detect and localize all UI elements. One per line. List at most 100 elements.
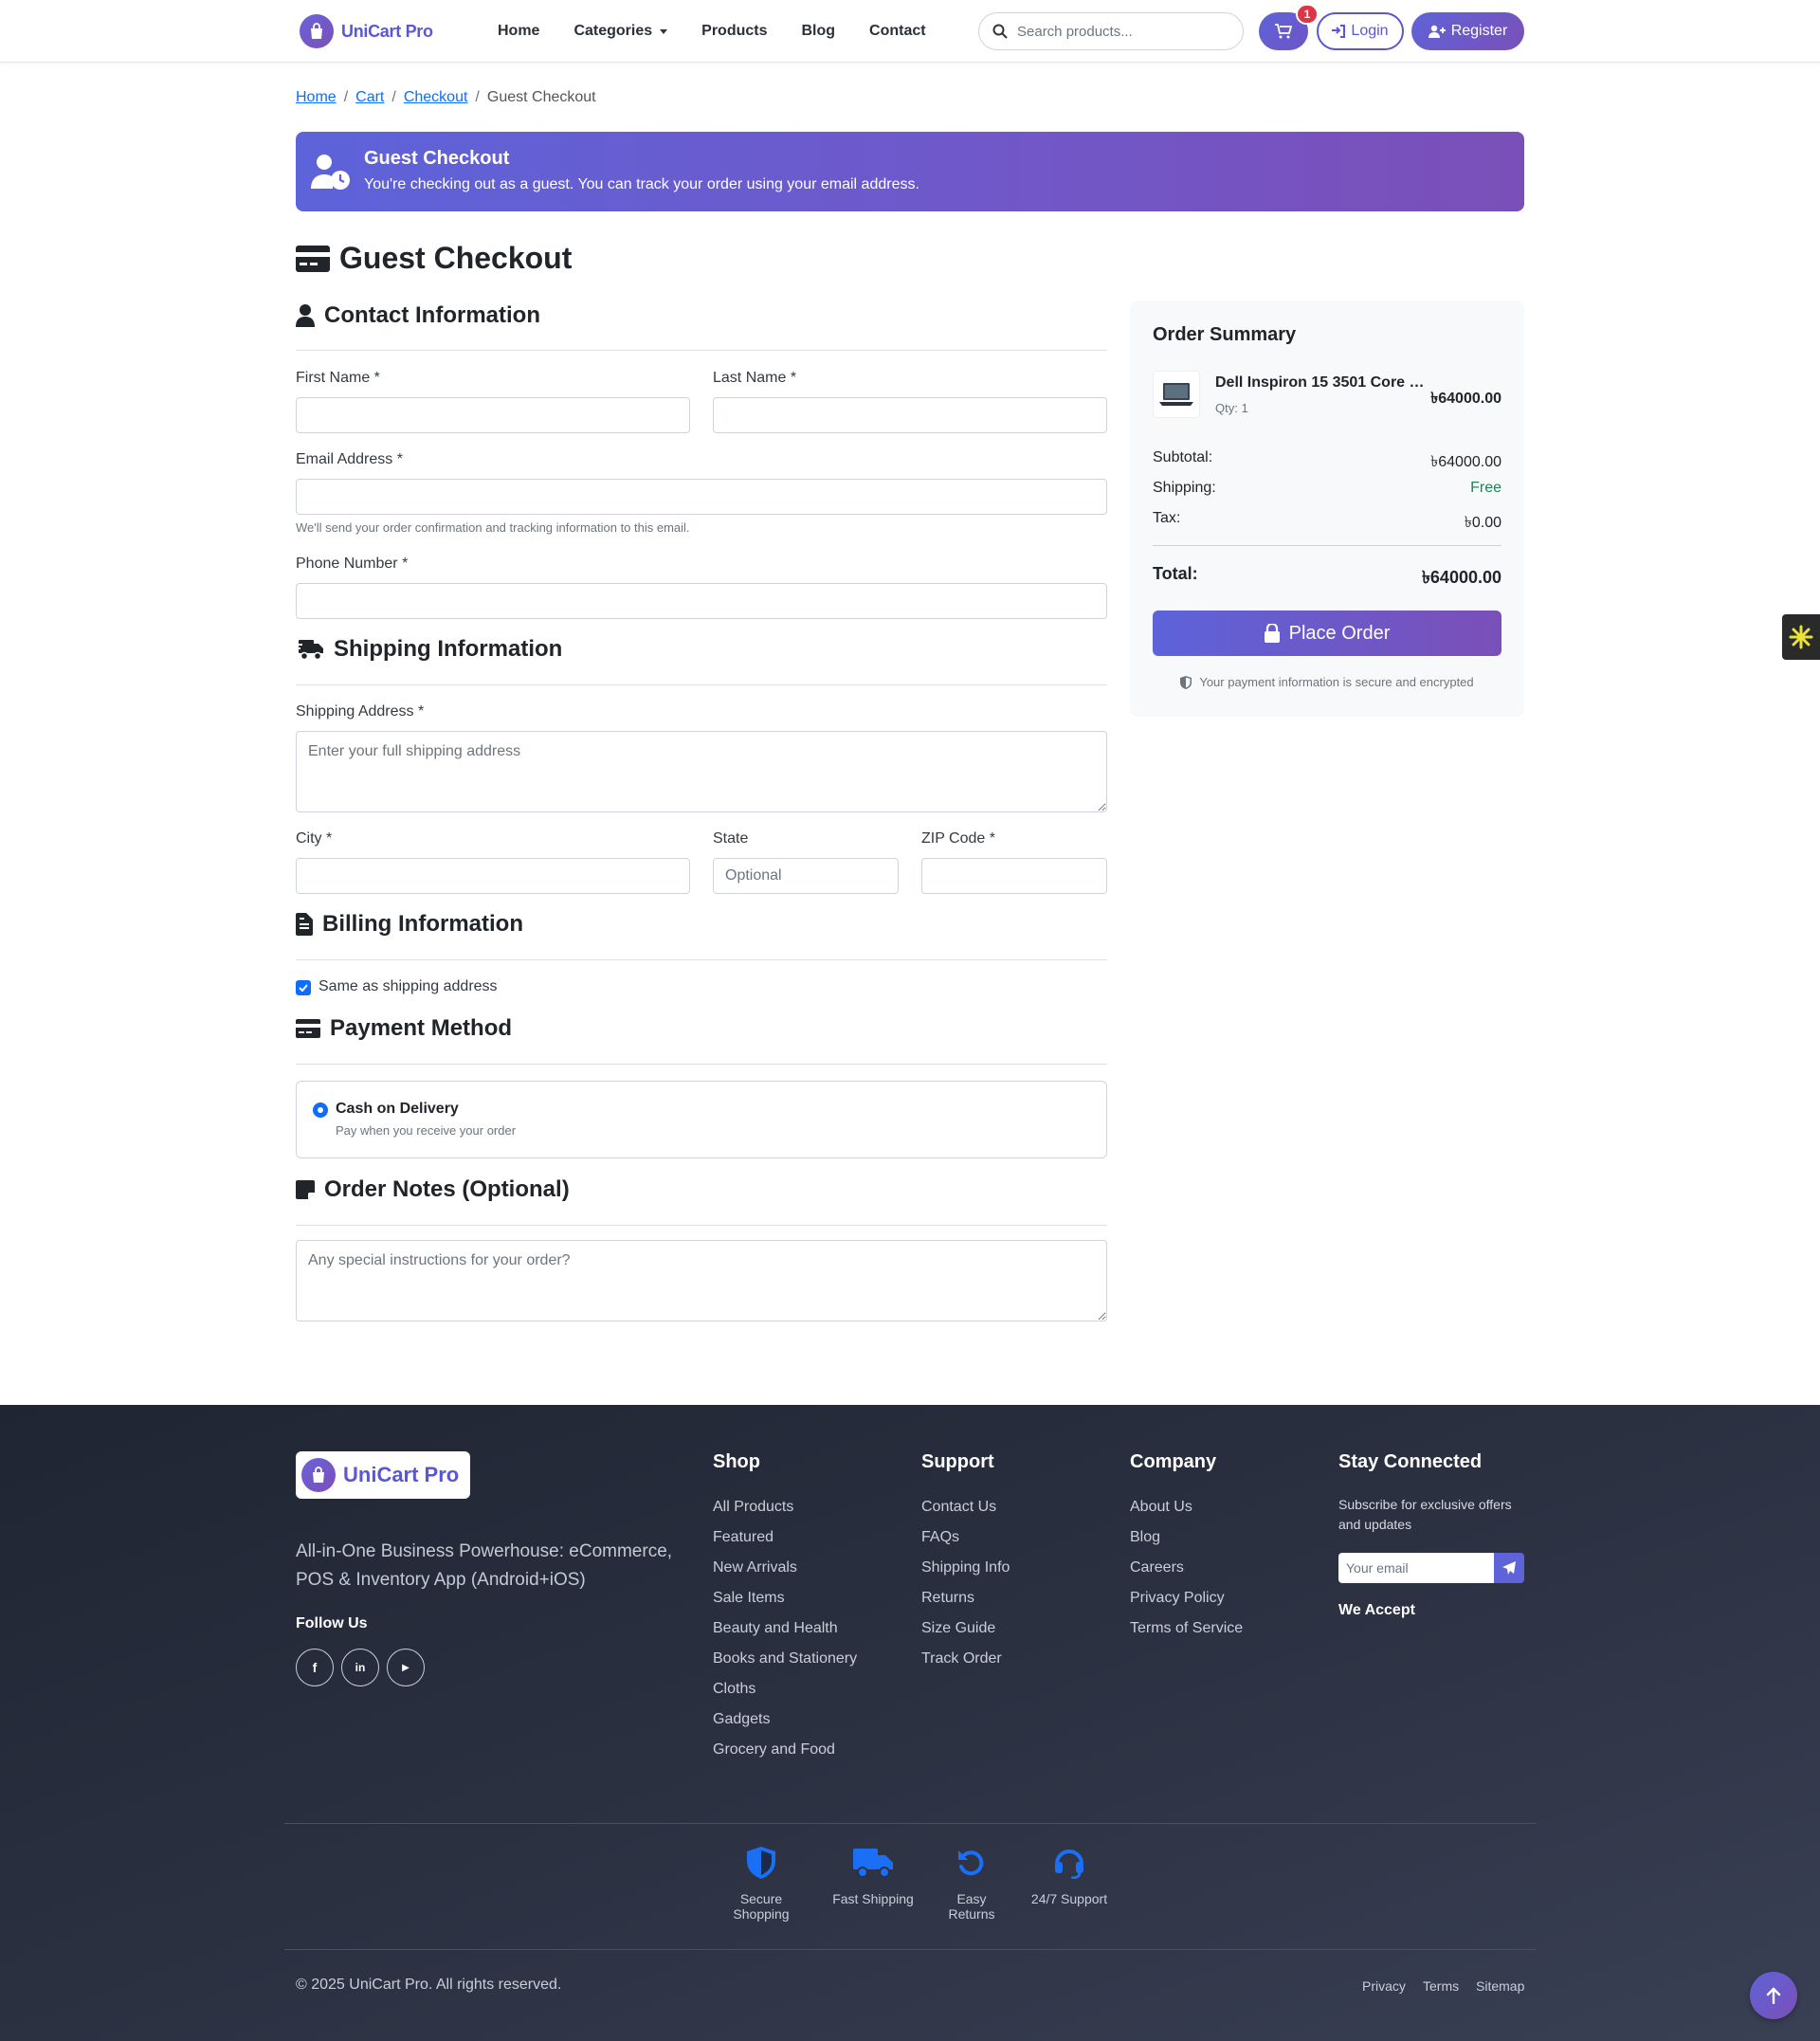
sign-in-icon — [1332, 25, 1346, 38]
chevron-down-icon — [660, 28, 668, 34]
payment-heading-text: Payment Method — [330, 1015, 513, 1041]
login-label: Login — [1351, 23, 1389, 39]
footer-link[interactable]: Returns — [921, 1590, 974, 1607]
email-help-text: We'll send your order confirmation and t… — [296, 520, 690, 535]
newsletter-email-input[interactable] — [1338, 1553, 1494, 1583]
main-nav: Home Categories Products Blog Contact — [498, 0, 926, 63]
shipping-section: Shipping Information — [296, 635, 1107, 685]
email-field[interactable] — [296, 479, 1107, 515]
payment-option-cod[interactable]: Cash on Delivery Pay when you receive yo… — [296, 1081, 1107, 1158]
footer-link[interactable]: Terms of Service — [1130, 1620, 1243, 1637]
footer-terms-link[interactable]: Terms — [1423, 1978, 1459, 1994]
section-divider — [296, 684, 1107, 685]
newsletter-submit-button[interactable] — [1494, 1553, 1524, 1583]
phone-label: Phone Number * — [296, 556, 409, 572]
order-summary-title: Order Summary — [1153, 324, 1297, 345]
undo-icon — [958, 1850, 984, 1876]
footer-link[interactable]: FAQs — [921, 1529, 959, 1546]
register-button[interactable]: Register — [1411, 12, 1524, 50]
shipping-address-field[interactable] — [296, 731, 1107, 812]
phone-field[interactable] — [296, 583, 1107, 619]
shipping-cost-value: Free — [1470, 480, 1502, 496]
breadcrumb-checkout[interactable]: Checkout — [404, 89, 468, 106]
footer-link[interactable]: Size Guide — [921, 1620, 995, 1637]
feature-easy-returns: Easy Returns — [933, 1844, 1010, 1922]
footer-company-title: Company — [1130, 1451, 1217, 1472]
login-button[interactable]: Login — [1317, 12, 1404, 50]
breadcrumb-cart[interactable]: Cart — [355, 89, 384, 106]
notes-heading: Order Notes (Optional) — [296, 1175, 1107, 1204]
footer-link[interactable]: Grocery and Food — [713, 1741, 835, 1759]
city-field[interactable] — [296, 858, 690, 894]
linkedin-icon[interactable]: in — [341, 1649, 379, 1686]
footer-link[interactable]: Blog — [1130, 1529, 1160, 1546]
brand-logo[interactable]: UniCart Pro — [300, 14, 433, 48]
place-order-button[interactable]: Place Order — [1153, 610, 1502, 656]
footer-link[interactable]: Track Order — [921, 1650, 1002, 1667]
footer-link[interactable]: Gadgets — [713, 1711, 770, 1728]
footer-link[interactable]: About Us — [1130, 1499, 1192, 1516]
nav-products[interactable]: Products — [701, 23, 767, 40]
cod-radio[interactable] — [313, 1103, 328, 1118]
copyright-text: © 2025 UniCart Pro. All rights reserved. — [296, 1977, 562, 1993]
shipping-address-label: Shipping Address * — [296, 703, 425, 720]
facebook-icon[interactable]: f — [296, 1649, 334, 1686]
billing-heading-text: Billing Information — [322, 911, 523, 937]
footer-support-column: Support Contact Us FAQs Shipping Info Re… — [921, 1451, 1010, 1667]
breadcrumb: Home / Cart / Checkout / Guest Checkout — [296, 89, 596, 106]
footer-sitemap-link[interactable]: Sitemap — [1476, 1978, 1524, 1994]
footer-link[interactable]: All Products — [713, 1499, 793, 1516]
we-accept-heading: We Accept — [1338, 1602, 1415, 1618]
nav-home[interactable]: Home — [498, 23, 539, 40]
footer-link[interactable]: Shipping Info — [921, 1559, 1010, 1576]
banner-title: Guest Checkout — [364, 148, 510, 169]
summary-divider — [1153, 545, 1502, 546]
footer-logo[interactable]: UniCart Pro — [296, 1451, 470, 1499]
footer-link[interactable]: Featured — [713, 1529, 774, 1546]
place-order-label: Place Order — [1288, 622, 1391, 644]
zip-field[interactable] — [921, 858, 1107, 894]
contact-section: Contact Information — [296, 301, 1107, 351]
footer-link[interactable]: Beauty and Health — [713, 1620, 838, 1637]
footer-link[interactable]: Books and Stationery — [713, 1650, 857, 1667]
first-name-label: First Name * — [296, 370, 380, 386]
truck-fast-icon — [296, 640, 323, 661]
item-price: ৳64000.00 — [1430, 391, 1502, 407]
invoice-icon — [296, 913, 313, 936]
user-clock-icon — [311, 155, 350, 190]
footer-link[interactable]: Sale Items — [713, 1590, 785, 1607]
user-icon — [296, 304, 315, 327]
footer-link[interactable]: Cloths — [713, 1681, 755, 1698]
feature-secure-shopping: Secure Shopping — [711, 1844, 811, 1922]
zip-label: ZIP Code * — [921, 830, 995, 847]
brand-name: UniCart Pro — [341, 21, 433, 41]
feature-label: Secure Shopping — [733, 1891, 790, 1922]
footer-privacy-link[interactable]: Privacy — [1362, 1978, 1406, 1994]
state-field[interactable] — [713, 858, 899, 894]
same-as-shipping-label[interactable]: Same as shipping address — [318, 978, 498, 995]
first-name-field[interactable] — [296, 397, 690, 433]
order-notes-field[interactable] — [296, 1240, 1107, 1321]
section-divider — [296, 1225, 1107, 1226]
last-name-field[interactable] — [713, 397, 1107, 433]
footer-link[interactable]: Contact Us — [921, 1499, 996, 1516]
back-to-top-button[interactable] — [1750, 1972, 1797, 2019]
payment-section: Payment Method — [296, 1014, 1107, 1065]
nav-contact[interactable]: Contact — [869, 23, 926, 40]
footer-link[interactable]: New Arrivals — [713, 1559, 797, 1576]
state-label: State — [713, 830, 749, 847]
nav-categories[interactable]: Categories — [573, 23, 668, 40]
settings-widget[interactable] — [1782, 614, 1820, 660]
nav-blog[interactable]: Blog — [802, 23, 836, 40]
footer-link[interactable]: Careers — [1130, 1559, 1184, 1576]
total-label: Total: — [1153, 564, 1198, 583]
feature-fast-shipping: Fast Shipping — [828, 1844, 918, 1906]
youtube-icon[interactable]: ▶ — [387, 1649, 425, 1686]
footer-company-column: Company About Us Blog Careers Privacy Po… — [1130, 1451, 1243, 1636]
same-as-shipping-checkbox[interactable] — [296, 980, 311, 995]
shield-icon — [747, 1847, 775, 1879]
sticky-note-icon — [296, 1180, 315, 1199]
search-input[interactable] — [1017, 23, 1216, 40]
breadcrumb-home[interactable]: Home — [296, 89, 337, 106]
footer-link[interactable]: Privacy Policy — [1130, 1590, 1225, 1607]
